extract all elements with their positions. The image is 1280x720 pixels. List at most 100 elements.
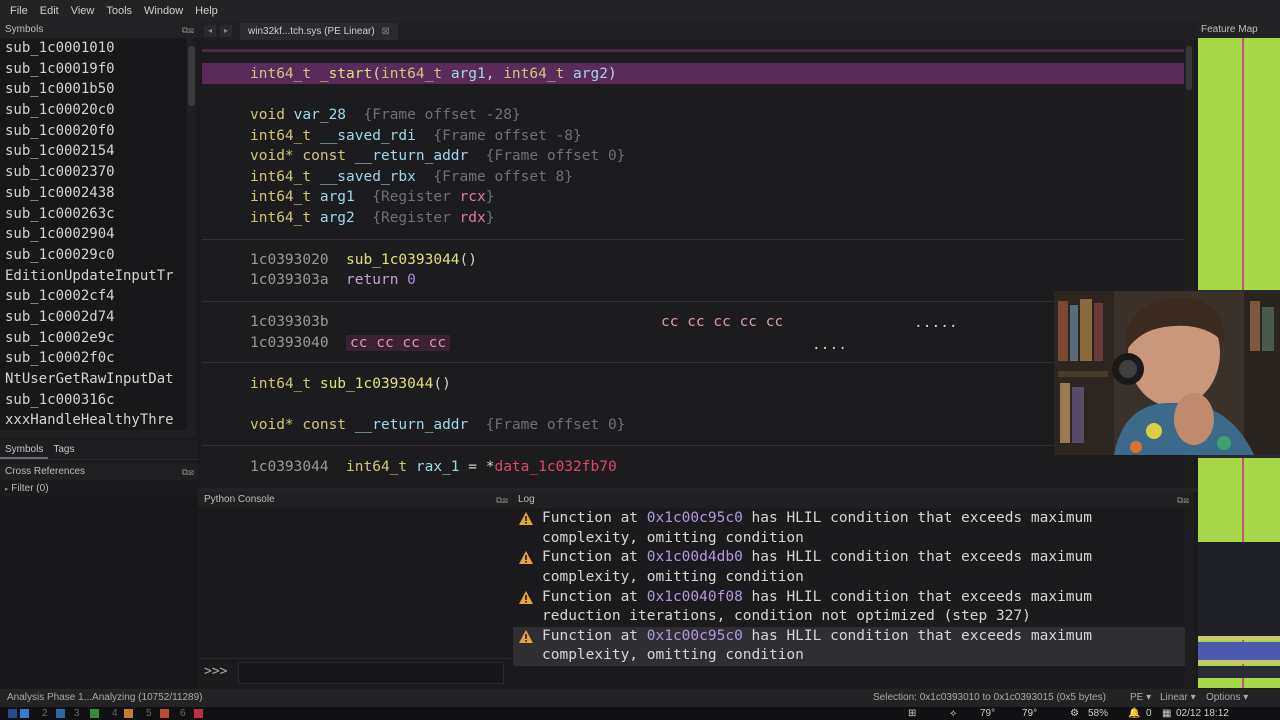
register-arg-line[interactable]: int64_t arg2 {Register rdx} bbox=[250, 208, 494, 228]
workspace-indicator[interactable] bbox=[90, 709, 99, 718]
symbol-item[interactable]: sub_1c0002154 bbox=[0, 141, 186, 162]
add-icon[interactable]: ⊞ bbox=[908, 707, 916, 720]
workspace-indicator[interactable] bbox=[124, 709, 133, 718]
code-line[interactable]: 1c039303a return 0 bbox=[250, 270, 416, 290]
symbol-item[interactable]: EditionUpdateInputTr bbox=[0, 266, 186, 287]
view-mode-dropdown[interactable]: Linear ▾ bbox=[1160, 689, 1196, 707]
symbol-item[interactable]: NtUserGetRawInputDat bbox=[0, 369, 186, 390]
stack-var-line[interactable]: int64_t __saved_rdi {Frame offset -8} bbox=[250, 126, 582, 146]
start-function-signature[interactable]: int64_t _start(int64_t arg1, int64_t arg… bbox=[250, 64, 617, 84]
symbols-horizontal-scrollbar[interactable] bbox=[0, 430, 196, 438]
menu-edit[interactable]: Edit bbox=[34, 0, 65, 22]
log-entry[interactable]: Function at 0x1c00c95c0 has HLIL conditi… bbox=[513, 509, 1185, 548]
log-entry[interactable]: Function at 0x1c0040f08 has HLIL conditi… bbox=[513, 588, 1185, 627]
log-text: has HLIL condition that exceeds maximum bbox=[742, 627, 1092, 644]
options-dropdown[interactable]: Options ▾ bbox=[1206, 689, 1248, 707]
chevron-right-icon: ▸ bbox=[5, 486, 9, 493]
menu-tools[interactable]: Tools bbox=[100, 0, 138, 22]
symbol-item[interactable]: sub_1c0001010 bbox=[0, 38, 186, 59]
menu-help[interactable]: Help bbox=[189, 0, 224, 22]
symbol-item[interactable]: sub_1c0002370 bbox=[0, 162, 186, 183]
menu-view[interactable]: View bbox=[65, 0, 101, 22]
menu-window[interactable]: Window bbox=[138, 0, 189, 22]
log-address[interactable]: 0x1c00d4db0 bbox=[647, 549, 743, 565]
symbol-item[interactable]: sub_1c00020f0 bbox=[0, 121, 186, 142]
padding-bytes-line[interactable]: 1c039303b bbox=[250, 312, 329, 332]
symbol-item[interactable]: sub_1c00029c0 bbox=[0, 245, 186, 266]
workspace-5[interactable]: 5 bbox=[146, 707, 152, 720]
menu-file[interactable]: File bbox=[4, 0, 34, 22]
symbol-item[interactable]: sub_1c0002f0c bbox=[0, 348, 186, 369]
stack-var-line[interactable]: void var_28 {Frame offset -28} bbox=[250, 105, 521, 125]
notification-count: 0 bbox=[1146, 708, 1152, 719]
code-line[interactable]: 1c0393020 sub_1c0393044() bbox=[250, 250, 477, 270]
log-scrollbar[interactable] bbox=[1185, 508, 1194, 688]
nav-back-icon[interactable]: ◂ bbox=[204, 25, 216, 37]
padding-bytes[interactable]: cc cc cc cc cc bbox=[661, 312, 783, 332]
padding-ascii: .... bbox=[812, 337, 847, 353]
stack-var-line[interactable]: void* const __return_addr {Frame offset … bbox=[250, 415, 625, 435]
stack-var-line[interactable]: int64_t __saved_rbx {Frame offset 8} bbox=[250, 167, 573, 187]
python-console-label: Python Console bbox=[204, 494, 275, 505]
python-console-input[interactable] bbox=[238, 662, 504, 684]
panel-controls-icon[interactable]: ⧉⊠ bbox=[182, 22, 194, 38]
symbol-item[interactable]: sub_1c0002438 bbox=[0, 183, 186, 204]
symbol-item[interactable]: xxxHandleHealthyThre bbox=[0, 410, 186, 430]
workspace-indicator[interactable] bbox=[56, 709, 65, 718]
workspace-indicator[interactable] bbox=[8, 709, 17, 718]
padding-bytes-line[interactable]: 1c0393040 cc cc cc cc bbox=[250, 333, 451, 353]
symbol-item[interactable]: sub_1c00020c0 bbox=[0, 100, 186, 121]
symbols-scrollbar[interactable] bbox=[187, 38, 196, 430]
panel-controls-icon[interactable]: ⧉⊠ bbox=[1177, 492, 1189, 508]
feature-map-band bbox=[1198, 636, 1280, 640]
log-entry[interactable]: Function at 0x1c00d4db0 has HLIL conditi… bbox=[513, 548, 1185, 587]
warning-icon bbox=[518, 590, 534, 612]
symbol-item[interactable]: sub_1c000316c bbox=[0, 390, 186, 411]
workspace-indicator[interactable] bbox=[160, 709, 169, 718]
symbol-item[interactable]: sub_1c0002cf4 bbox=[0, 286, 186, 307]
workspace-indicator[interactable] bbox=[20, 709, 29, 718]
bell-icon[interactable]: 🔔 bbox=[1128, 707, 1140, 720]
tab-tags[interactable]: Tags bbox=[48, 440, 79, 459]
xref-filter[interactable]: ▸ Filter (0) bbox=[0, 481, 198, 497]
log-text: Function at bbox=[542, 588, 647, 605]
register-arg-line[interactable]: int64_t arg1 {Register rcx} bbox=[250, 187, 494, 207]
tab-symbols[interactable]: Symbols bbox=[0, 440, 49, 459]
workspace-indicator[interactable] bbox=[194, 709, 203, 718]
linear-view-editor[interactable]: int64_t _start(int64_t arg1, int64_t arg… bbox=[202, 40, 1184, 488]
log-address[interactable]: 0x1c00c95c0 bbox=[647, 628, 743, 644]
symbols-list[interactable]: sub_1c0001010 sub_1c00019f0 sub_1c0001b50 s… bbox=[0, 38, 186, 430]
symbol-item[interactable]: sub_1c00019f0 bbox=[0, 59, 186, 80]
log-entry[interactable]: Function at 0x1c00c95c0 has HLIL conditi… bbox=[513, 626, 1185, 667]
sub-function-signature[interactable]: int64_t sub_1c0393044() bbox=[250, 374, 451, 394]
log-address[interactable]: 0x1c00c95c0 bbox=[647, 510, 743, 526]
tab-file[interactable]: win32kf...tch.sys (PE Linear) ⊠ bbox=[240, 23, 398, 40]
symbol-item[interactable]: sub_1c0001b50 bbox=[0, 79, 186, 100]
log-address[interactable]: 0x1c0040f08 bbox=[647, 589, 743, 605]
scrollbar-thumb[interactable] bbox=[1186, 46, 1192, 90]
log-list[interactable]: Function at 0x1c00c95c0 has HLIL conditi… bbox=[513, 508, 1185, 688]
feature-map-label: Feature Map bbox=[1201, 24, 1258, 35]
close-icon[interactable]: ⊠ bbox=[382, 26, 390, 37]
stack-var-line[interactable]: void* const __return_addr {Frame offset … bbox=[250, 146, 625, 166]
separator bbox=[202, 445, 1184, 446]
nav-forward-icon[interactable]: ▸ bbox=[220, 25, 232, 37]
symbol-item[interactable]: sub_1c0002d74 bbox=[0, 307, 186, 328]
workspace-6[interactable]: 6 bbox=[180, 707, 186, 720]
symbol-item[interactable]: sub_1c0002904 bbox=[0, 224, 186, 245]
separator bbox=[202, 239, 1184, 240]
panel-controls-icon[interactable]: ⧉⊠ bbox=[182, 464, 194, 480]
workspace-3[interactable]: 3 bbox=[74, 707, 80, 720]
workspace-4[interactable]: 4 bbox=[112, 707, 118, 720]
temperature-2: 79° bbox=[1022, 708, 1038, 719]
log-header: Log ⧉⊠ bbox=[513, 492, 1193, 508]
symbol-item[interactable]: sub_1c000263c bbox=[0, 204, 186, 225]
network-icon: ⟡ bbox=[950, 708, 957, 719]
view-type-dropdown[interactable]: PE ▾ bbox=[1130, 689, 1151, 707]
code-line[interactable]: 1c0393044 int64_t rax_1 = *data_1c032fb7… bbox=[250, 457, 617, 477]
symbol-item[interactable]: sub_1c0002e9c bbox=[0, 328, 186, 349]
feature-map-header: Feature Map bbox=[1198, 22, 1280, 38]
workspace-2[interactable]: 2 bbox=[42, 707, 48, 720]
panel-controls-icon[interactable]: ⧉⊠ bbox=[496, 492, 508, 508]
scrollbar-thumb[interactable] bbox=[188, 46, 195, 106]
